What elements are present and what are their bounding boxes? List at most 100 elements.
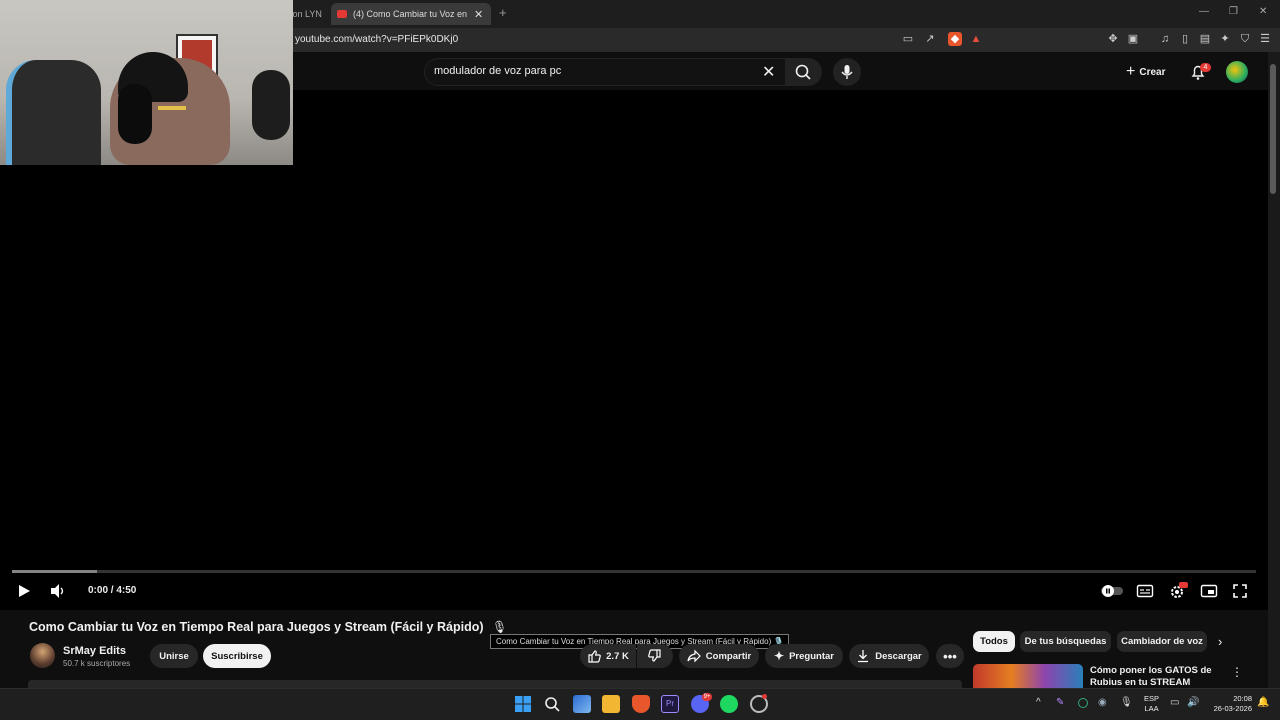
- time-display: 0:00 / 4:50: [88, 585, 137, 596]
- tray-mic-icon[interactable]: 🎙: [1120, 697, 1133, 708]
- settings-button[interactable]: [1168, 582, 1188, 600]
- share-button[interactable]: Compartir: [679, 644, 759, 668]
- scrollbar-thumb[interactable]: [1270, 64, 1276, 194]
- volume-icon: [51, 584, 64, 598]
- progress-buffered: [12, 570, 97, 573]
- chip-from-searches[interactable]: De tus búsquedas: [1020, 631, 1111, 652]
- chevron-right-icon[interactable]: ›: [1218, 634, 1222, 649]
- share-label: Compartir: [705, 650, 752, 662]
- miniplayer-icon: [1200, 584, 1218, 598]
- subscribe-button[interactable]: Suscribirse: [203, 644, 271, 668]
- video-title: Como Cambiar tu Voz en Tiempo Real para …: [29, 620, 484, 634]
- channel-avatar[interactable]: [30, 643, 55, 668]
- photos-app-icon[interactable]: [573, 695, 591, 713]
- channel-name[interactable]: SrMay Edits: [63, 645, 126, 657]
- recommendation-thumbnail[interactable]: [973, 664, 1083, 688]
- microphone-icon: [841, 65, 853, 79]
- keyboard-layout: LAA: [1144, 704, 1159, 713]
- url-field[interactable]: youtube.com/watch?v=PFiEPk0DKj0: [295, 34, 458, 45]
- restore-icon[interactable]: ❐: [1229, 6, 1238, 17]
- spotify-icon[interactable]: [720, 695, 738, 713]
- search-button[interactable]: [786, 58, 822, 86]
- recommendation-title[interactable]: Cómo poner los GATOS de Rubius en tu STR…: [1090, 665, 1230, 687]
- progress-bar[interactable]: [12, 570, 1256, 573]
- share-arrow-icon: [687, 649, 701, 663]
- network-icon[interactable]: ▭: [1170, 697, 1179, 708]
- tab-close-icon[interactable]: ✕: [474, 8, 483, 21]
- menu-icon[interactable]: ☰: [1258, 32, 1272, 46]
- tray-chevron-up-icon[interactable]: ^: [1036, 697, 1041, 708]
- tray-app-icon[interactable]: [1078, 698, 1088, 708]
- music-icon[interactable]: ♫: [1158, 32, 1172, 46]
- play-icon: [19, 585, 30, 597]
- steam-icon[interactable]: ◉: [1098, 697, 1107, 708]
- description-box[interactable]: [28, 680, 962, 688]
- more-actions-button[interactable]: •••: [936, 644, 964, 668]
- clear-search-icon[interactable]: ✕: [762, 62, 775, 82]
- download-button[interactable]: Descargar: [849, 644, 929, 668]
- more-vertical-icon[interactable]: ⋮: [1231, 665, 1243, 679]
- clock[interactable]: 20:08 26-03-2026: [1208, 694, 1252, 714]
- subtitles-button[interactable]: [1136, 583, 1154, 599]
- headphones: [118, 84, 152, 144]
- create-label: Crear: [1139, 66, 1166, 78]
- like-button[interactable]: 2.7 K: [580, 644, 636, 668]
- video-player[interactable]: [0, 90, 1268, 610]
- download-icon: [858, 650, 869, 663]
- extensions-icon[interactable]: ✥: [1106, 32, 1120, 46]
- voice-search-button[interactable]: [833, 58, 861, 86]
- fullscreen-button[interactable]: [1232, 583, 1248, 599]
- autoplay-toggle[interactable]: [1100, 583, 1124, 599]
- taskbar-search-icon[interactable]: [543, 695, 561, 713]
- new-tab-button[interactable]: +: [499, 5, 507, 20]
- guitar: [252, 70, 290, 140]
- create-button[interactable]: + Crear: [1120, 59, 1171, 85]
- file-explorer-icon[interactable]: [602, 695, 620, 713]
- screenshot-icon[interactable]: ▣: [1126, 32, 1140, 46]
- vpn-shield-icon[interactable]: ⛉: [1238, 32, 1252, 46]
- microphone-emoji-icon: 🎙: [492, 620, 508, 634]
- search-icon: [795, 64, 811, 80]
- account-avatar[interactable]: [1226, 61, 1248, 83]
- minimize-icon[interactable]: —: [1199, 6, 1209, 17]
- speaker-icon[interactable]: 🔊: [1187, 697, 1199, 708]
- autoplay-icon: [1101, 585, 1123, 597]
- tab-youtube-active[interactable]: (4) Como Cambiar tu Voz en Tie ✕: [331, 3, 491, 25]
- cast-icon[interactable]: ▭: [901, 32, 915, 46]
- dislike-button[interactable]: [637, 644, 673, 668]
- join-button[interactable]: Unirse: [150, 644, 198, 668]
- miniplayer-button[interactable]: [1200, 583, 1218, 599]
- fullscreen-icon: [1233, 584, 1247, 598]
- brave-shields-icon[interactable]: ◆: [948, 32, 962, 46]
- leo-ai-icon[interactable]: ✦: [1218, 32, 1232, 46]
- ask-button[interactable]: ✦ Preguntar: [765, 644, 843, 668]
- brave-rewards-icon[interactable]: ▲: [969, 32, 983, 46]
- language-indicator[interactable]: ESP LAA: [1144, 694, 1159, 714]
- webcam-overlay: [0, 0, 293, 165]
- ask-label: Preguntar: [789, 650, 834, 662]
- tab-previous[interactable]: con LYN: [288, 4, 328, 24]
- wallet-icon[interactable]: ▤: [1198, 32, 1212, 46]
- volume-button[interactable]: [49, 583, 67, 599]
- tray-pen-icon[interactable]: ✎: [1056, 697, 1064, 708]
- subtitles-icon: [1136, 584, 1154, 598]
- search-input[interactable]: modulador de voz para pc: [434, 65, 561, 77]
- sidebar-toggle-icon[interactable]: ▯: [1178, 32, 1192, 46]
- clock-date: 26-03-2026: [1213, 704, 1252, 713]
- windows-start-icon[interactable]: [514, 695, 532, 713]
- notification-center-icon[interactable]: 🔔: [1257, 697, 1269, 708]
- brave-browser-icon[interactable]: [632, 695, 650, 713]
- sparkle-icon: ✦: [774, 649, 785, 663]
- chip-all[interactable]: Todos: [973, 631, 1015, 652]
- like-count: 2.7 K: [606, 650, 629, 662]
- gaming-chair: [6, 60, 101, 165]
- subscriber-count: 50.7 k suscriptores: [63, 659, 131, 668]
- share-icon[interactable]: ↗: [923, 32, 937, 46]
- chip-voice-changer[interactable]: Cambiador de voz: [1117, 631, 1207, 652]
- language-code: ESP: [1144, 694, 1160, 703]
- play-button[interactable]: [16, 583, 32, 599]
- window-close-icon[interactable]: ✕: [1259, 6, 1267, 17]
- download-label: Descargar: [875, 650, 922, 662]
- tab-title: (4) Como Cambiar tu Voz en Tie: [353, 9, 468, 19]
- premiere-pro-icon[interactable]: Pr: [661, 695, 679, 713]
